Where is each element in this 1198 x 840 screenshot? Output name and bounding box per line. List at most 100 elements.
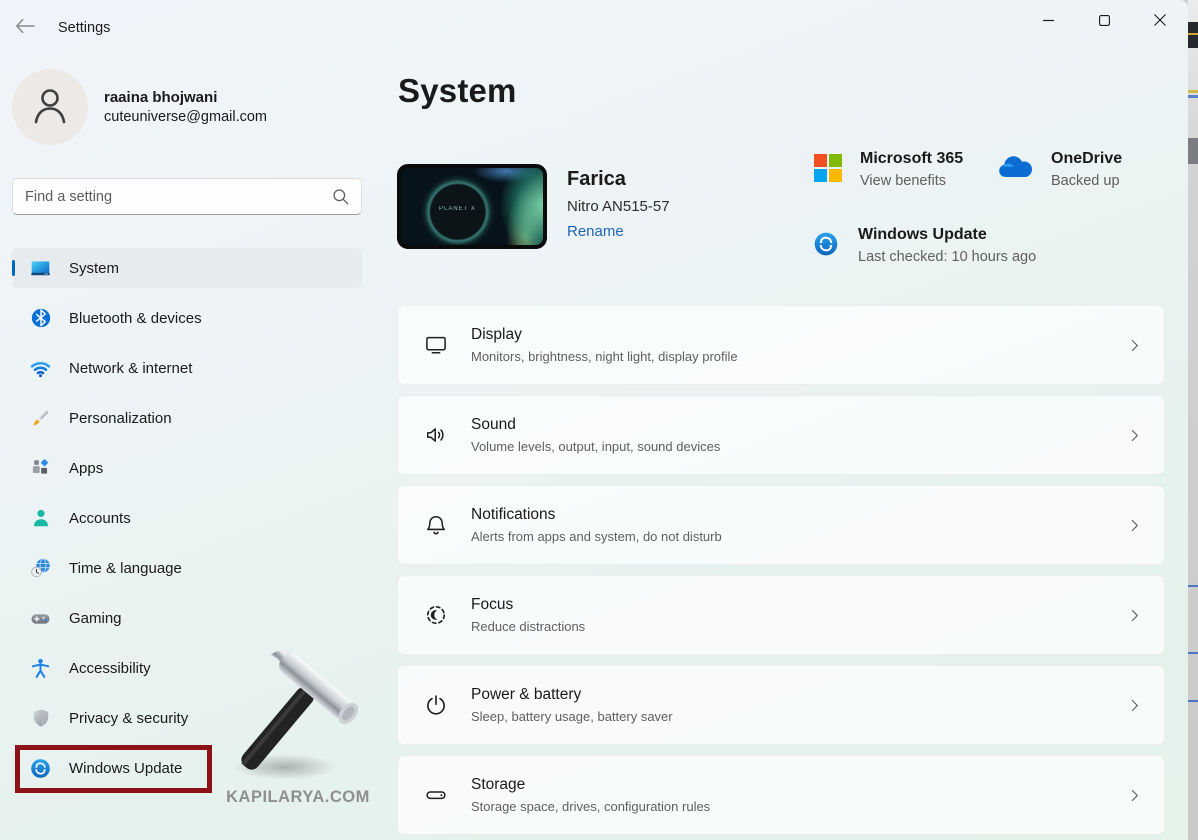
sidebar-item-time-language[interactable]: Time & language [12,548,362,588]
card-storage[interactable]: Storage Storage space, drives, configura… [397,755,1165,835]
watermark-text: KAPILARYA.COM [213,788,383,807]
sidebar-item-label: Accounts [69,510,131,527]
minimize-button[interactable] [1020,0,1076,42]
selection-indicator [12,260,15,276]
sidebar-item-apps[interactable]: Apps [12,448,362,488]
maximize-icon [1099,14,1110,29]
person-outline-icon [29,84,71,131]
settings-card-list: Display Monitors, brightness, night ligh… [397,305,1165,840]
windows-update-icon [29,757,52,780]
apps-icon [29,457,52,480]
profile-name: raaina bhojwani [104,89,267,106]
device-name: Farica [567,168,670,191]
card-subtitle: Volume levels, output, input, sound devi… [471,439,1105,454]
chevron-right-icon [1127,788,1142,803]
focus-icon [422,602,449,629]
back-arrow-icon [15,18,35,37]
search-box [12,178,362,215]
watermark: KAPILARYA.COM [213,645,383,807]
sidebar-item-label: Time & language [69,560,182,577]
card-subtitle: Alerts from apps and system, do not dist… [471,529,1105,544]
sidebar-item-network-internet[interactable]: Network & internet [12,348,362,388]
tile-title: OneDrive [1051,150,1122,168]
profile-card[interactable]: raaina bhojwani cuteuniverse@gmail.com [12,68,362,146]
sidebar-item-label: Network & internet [69,360,192,377]
titlebar: Settings [0,0,1188,56]
tile-title: Microsoft 365 [860,150,963,168]
onedrive-icon [996,154,1033,178]
windows-update-tile[interactable]: Windows Update Last checked: 10 hours ag… [812,226,1036,265]
card-subtitle: Monitors, brightness, night light, displ… [471,349,1105,364]
personalization-icon [29,407,52,430]
display-icon [422,332,449,359]
windows-update-icon [812,230,840,258]
sidebar-item-label: Accessibility [69,660,151,677]
card-notifications[interactable]: Notifications Alerts from apps and syste… [397,485,1165,565]
sidebar-item-bluetooth-devices[interactable]: Bluetooth & devices [12,298,362,338]
maximize-button[interactable] [1076,0,1132,42]
network-icon [29,357,52,380]
sidebar-item-personalization[interactable]: Personalization [12,398,362,438]
profile-email: cuteuniverse@gmail.com [104,109,267,125]
tile-title: Windows Update [858,226,1036,244]
card-title: Storage [471,776,1105,794]
chevron-right-icon [1127,698,1142,713]
card-subtitle: Sleep, battery usage, battery saver [471,709,1105,724]
microsoft-365-icon [814,154,842,182]
chevron-right-icon [1127,518,1142,533]
privacy-security-icon [29,707,52,730]
screenshot-root: Settings [0,0,1198,840]
sidebar-item-label: Apps [69,460,103,477]
chevron-right-icon [1127,338,1142,353]
thumbnail-label: PLANET X [439,206,476,212]
sidebar-item-gaming[interactable]: Gaming [12,598,362,638]
microsoft-365-tile[interactable]: Microsoft 365 View benefits [814,150,963,189]
card-focus[interactable]: Focus Reduce distractions [397,575,1165,655]
sidebar-item-label: Windows Update [69,760,182,777]
device-model: Nitro AN515-57 [567,198,670,215]
search-icon [332,188,361,205]
card-title: Notifications [471,506,1105,524]
status-tiles: Microsoft 365 View benefits OneDrive Bac… [800,140,1168,285]
rename-link[interactable]: Rename [567,223,624,240]
accessibility-icon [29,657,52,680]
card-title: Display [471,326,1105,344]
background-scrollbar-thumb [1188,138,1198,164]
card-title: Power & battery [471,686,1105,704]
chevron-right-icon [1127,428,1142,443]
sidebar-item-label: Gaming [69,610,122,627]
power-icon [422,692,449,719]
sidebar-item-system[interactable]: System [12,248,362,288]
close-icon [1154,14,1166,29]
back-button[interactable] [6,10,44,44]
accounts-icon [29,507,52,530]
card-subtitle: Reduce distractions [471,619,1105,634]
time-language-icon [29,557,52,580]
sidebar-item-accounts[interactable]: Accounts [12,498,362,538]
page-title: System [398,72,517,110]
sidebar-item-label: Bluetooth & devices [69,310,202,327]
device-wallpaper-thumbnail: PLANET X [397,164,547,249]
card-title: Sound [471,416,1105,434]
bluetooth-icon [29,307,52,330]
notifications-icon [422,512,449,539]
close-button[interactable] [1132,0,1188,42]
card-power-battery[interactable]: Power & battery Sleep, battery usage, ba… [397,665,1165,745]
device-info: PLANET X Farica Nitro AN515-57 Rename [397,164,670,249]
card-sound[interactable]: Sound Volume levels, output, input, soun… [397,395,1165,475]
card-title: Focus [471,596,1105,614]
tile-subtitle: View benefits [860,173,963,189]
sidebar-item-label: Privacy & security [69,710,188,727]
onedrive-tile[interactable]: OneDrive Backed up [996,150,1122,189]
system-icon [29,257,52,280]
minimize-icon [1043,14,1054,29]
card-display[interactable]: Display Monitors, brightness, night ligh… [397,305,1165,385]
window-controls [1020,0,1188,42]
chevron-right-icon [1127,608,1142,623]
search-input[interactable] [13,189,332,205]
window-title: Settings [58,20,110,36]
card-subtitle: Storage space, drives, configuration rul… [471,799,1105,814]
tile-subtitle: Backed up [1051,173,1122,189]
sidebar-item-label: Personalization [69,410,172,427]
tile-subtitle: Last checked: 10 hours ago [858,249,1036,265]
